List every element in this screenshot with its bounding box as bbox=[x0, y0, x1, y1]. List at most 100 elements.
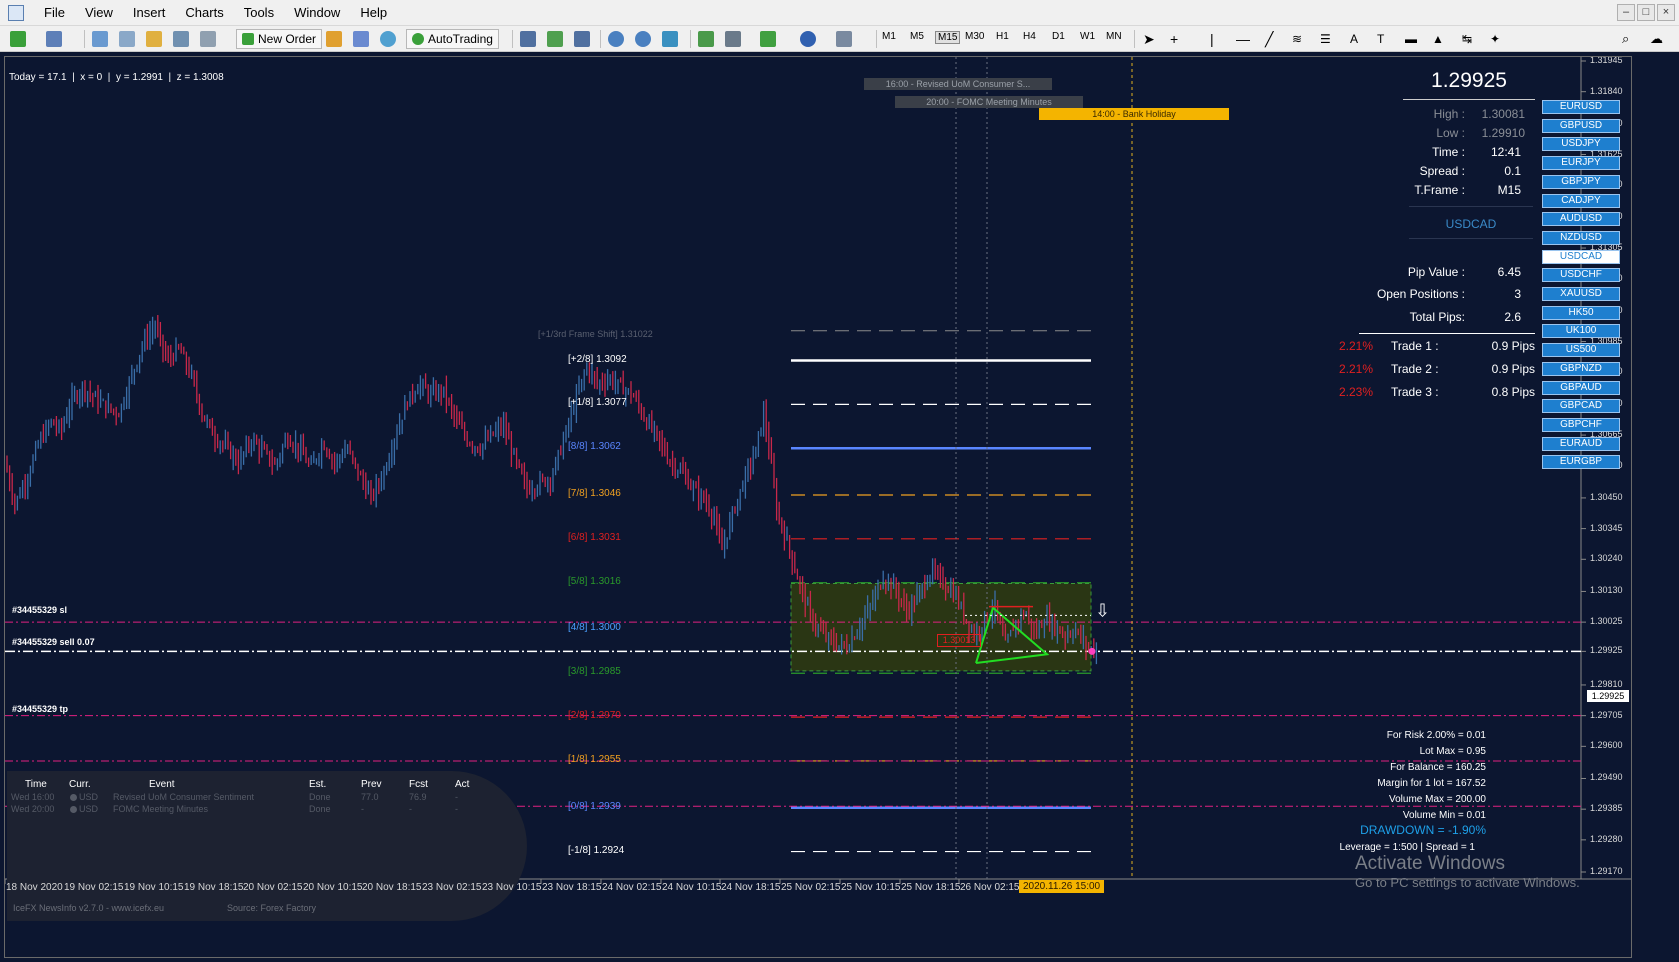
new-order-button[interactable]: New Order bbox=[236, 29, 323, 49]
murrey-level-tag: [5/8] bbox=[568, 575, 588, 587]
search-icon[interactable]: ⌕ bbox=[1622, 29, 1629, 49]
restore-button[interactable]: □ bbox=[1637, 4, 1655, 21]
menu-help[interactable]: Help bbox=[350, 5, 397, 20]
menu-tools[interactable]: Tools bbox=[234, 5, 284, 20]
symbol-button-usdchf[interactable]: USDCHF bbox=[1542, 268, 1620, 283]
channel-icon[interactable]: ≋ bbox=[1292, 29, 1302, 49]
event-label-fomc[interactable]: 20:00 - FOMC Meeting Minutes bbox=[895, 96, 1083, 108]
symbol-button-gbpnzd[interactable]: GBPNZD bbox=[1542, 361, 1620, 376]
symbol-button-nzdusd[interactable]: NZDUSD bbox=[1542, 230, 1620, 245]
tf-mn[interactable]: MN bbox=[1106, 31, 1122, 42]
price-tick: 1.29705 bbox=[1590, 709, 1623, 720]
tf-m5[interactable]: M5 bbox=[910, 31, 924, 42]
price-tick: 1.30450 bbox=[1590, 491, 1623, 502]
fibonacci-icon[interactable]: ☰ bbox=[1320, 29, 1331, 49]
news-footer-left: IceFX NewsInfo v2.7.0 - www.icefx.eu bbox=[13, 903, 165, 913]
tf-m30[interactable]: M30 bbox=[965, 31, 984, 42]
symbol-button-uk100[interactable]: UK100 bbox=[1542, 324, 1620, 339]
news-cell: - bbox=[455, 792, 458, 802]
time-tick: 25 Nov 02:15 bbox=[781, 882, 841, 893]
profiles-icon[interactable] bbox=[46, 29, 62, 49]
murrey-level-label: [8/8] 1.3062 bbox=[568, 441, 621, 452]
price-tick: 1.29600 bbox=[1590, 740, 1623, 751]
symbol-button-audusd[interactable]: AUDUSD bbox=[1542, 212, 1620, 227]
periods-icon[interactable] bbox=[800, 29, 816, 49]
tile-windows-icon[interactable] bbox=[662, 29, 678, 49]
close-button[interactable]: × bbox=[1657, 4, 1675, 21]
menu-insert[interactable]: Insert bbox=[123, 5, 176, 20]
symbol-button-gbpjpy[interactable]: GBPJPY bbox=[1542, 174, 1620, 189]
triangle-icon[interactable]: ▲ bbox=[1432, 29, 1444, 49]
symbol-button-usdjpy[interactable]: USDJPY bbox=[1542, 137, 1620, 152]
tf-h4[interactable]: H4 bbox=[1023, 31, 1036, 42]
text-icon[interactable]: A bbox=[1350, 29, 1358, 49]
strategy-tester-icon[interactable] bbox=[200, 29, 216, 49]
trendline-icon[interactable]: ╱ bbox=[1265, 29, 1273, 49]
event-label-bank-holiday[interactable]: 14:00 - Bank Holiday bbox=[1039, 108, 1229, 120]
chat-bubble-icon[interactable]: ☁ bbox=[1650, 29, 1663, 49]
symbol-button-eurgbp[interactable]: EURGBP bbox=[1542, 455, 1620, 470]
murrey-level-price: 1.2985 bbox=[587, 666, 621, 678]
menu-charts[interactable]: Charts bbox=[175, 5, 233, 20]
tf-w1[interactable]: W1 bbox=[1080, 31, 1095, 42]
indicators-icon[interactable] bbox=[760, 29, 776, 49]
symbol-button-eurusd[interactable]: EURUSD bbox=[1542, 100, 1620, 114]
chart-shift-icon[interactable] bbox=[725, 29, 741, 49]
symbol-button-eurjpy[interactable]: EURJPY bbox=[1542, 156, 1620, 171]
menu-view[interactable]: View bbox=[75, 5, 123, 20]
data-window-icon[interactable] bbox=[119, 29, 135, 49]
rectangle-icon[interactable]: ▬ bbox=[1405, 29, 1417, 49]
news-cell: Done bbox=[309, 804, 331, 814]
zoom-out-icon[interactable] bbox=[635, 29, 651, 49]
symbol-button-us500[interactable]: US500 bbox=[1542, 343, 1620, 358]
line-chart-icon[interactable] bbox=[574, 29, 590, 49]
symbol-button-gbpaud[interactable]: GBPAUD bbox=[1542, 380, 1620, 395]
vertical-line-icon[interactable]: | bbox=[1210, 29, 1214, 49]
murrey-level-tag: [4/8] bbox=[568, 622, 588, 634]
menu-window[interactable]: Window bbox=[284, 5, 350, 20]
terminal-icon[interactable] bbox=[173, 29, 189, 49]
symbol-button-xauusd[interactable]: XAUUSD bbox=[1542, 287, 1620, 301]
crosshair-icon[interactable]: + bbox=[1170, 29, 1178, 49]
autotrading-button[interactable]: AutoTrading bbox=[406, 29, 499, 49]
symbol-button-euraud[interactable]: EURAUD bbox=[1542, 436, 1620, 451]
chart-window[interactable]: ⇩ Today = 17.1 | x = 0 | y = 1.2991 | z … bbox=[4, 56, 1632, 958]
symbol-button-gbpchf[interactable]: GBPCHF bbox=[1542, 417, 1620, 432]
symbol-button-gbpusd[interactable]: GBPUSD bbox=[1542, 118, 1620, 133]
tf-d1[interactable]: D1 bbox=[1052, 31, 1065, 42]
zoom-in-icon[interactable] bbox=[608, 29, 624, 49]
bar-chart-icon[interactable] bbox=[520, 29, 536, 49]
new-chart-icon[interactable] bbox=[10, 29, 26, 49]
symbol-button-gbpcad[interactable]: GBPCAD bbox=[1542, 399, 1620, 414]
templates-icon[interactable] bbox=[836, 29, 852, 49]
trade-row: 2.23% Trade 3 : 0.8 Pips bbox=[1325, 385, 1535, 403]
metaeditor-icon[interactable] bbox=[326, 29, 342, 49]
murrey-level-label: [4/8] 1.3000 bbox=[568, 622, 621, 633]
symbol-button-hk50[interactable]: HK50 bbox=[1542, 305, 1620, 320]
navigator-icon[interactable] bbox=[146, 29, 162, 49]
cursor-icon[interactable]: ➤ bbox=[1143, 29, 1155, 49]
signals-icon[interactable] bbox=[380, 29, 396, 49]
minimize-button[interactable]: – bbox=[1617, 4, 1635, 21]
auto-scroll-icon[interactable] bbox=[698, 29, 714, 49]
price-tick: 1.29385 bbox=[1590, 803, 1623, 814]
tf-m15[interactable]: M15 bbox=[935, 31, 961, 44]
event-label-uom[interactable]: 16:00 - Revised UoM Consumer S... bbox=[864, 78, 1052, 90]
tf-m1[interactable]: M1 bbox=[882, 31, 896, 42]
murrey-level-price: 1.3031 bbox=[587, 531, 621, 543]
horizontal-line-icon[interactable]: — bbox=[1236, 29, 1250, 49]
objects-icon[interactable]: ✦ bbox=[1490, 29, 1500, 49]
arrows-icon[interactable]: ↹ bbox=[1462, 29, 1472, 49]
symbol-button-usdcad[interactable]: USDCAD bbox=[1542, 249, 1620, 264]
murrey-level-label: [+2/8] 1.3092 bbox=[568, 354, 627, 365]
candlestick-icon[interactable] bbox=[547, 29, 563, 49]
market-watch-icon[interactable] bbox=[92, 29, 108, 49]
symbol-button-cadjpy[interactable]: CADJPY bbox=[1542, 193, 1620, 208]
murrey-level-label: [6/8] 1.3031 bbox=[568, 532, 621, 543]
text-label-icon[interactable]: T bbox=[1377, 29, 1384, 49]
current-price-dot bbox=[1088, 647, 1096, 655]
tf-h1[interactable]: H1 bbox=[996, 31, 1009, 42]
trade-percent: 2.23% bbox=[1338, 385, 1373, 399]
menu-file[interactable]: File bbox=[34, 5, 75, 20]
chat-icon[interactable] bbox=[353, 29, 369, 49]
